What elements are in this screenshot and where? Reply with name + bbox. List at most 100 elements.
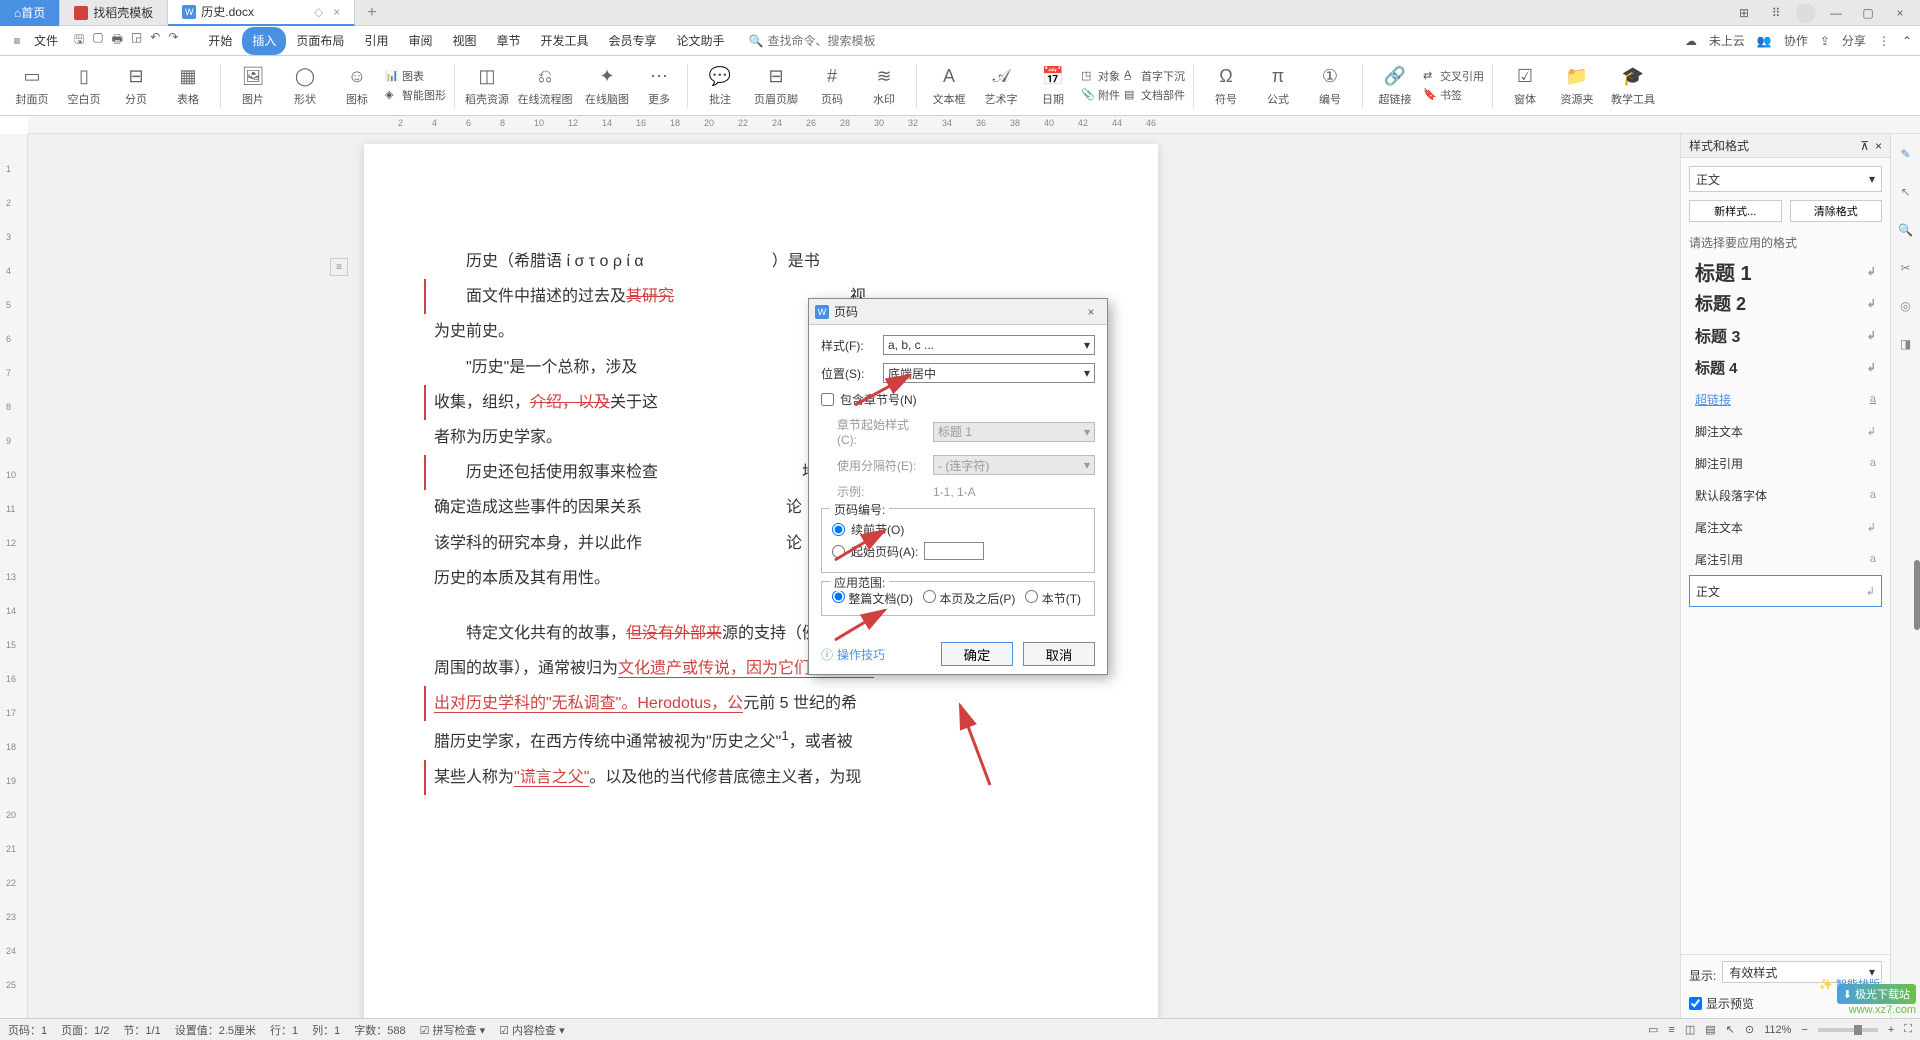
menu-tab-start[interactable]: 开始 [198,27,242,55]
start-radio[interactable] [832,545,845,558]
more-icon[interactable]: ⋮ [1878,34,1890,48]
ribbon-teach[interactable]: 🎓教学工具 [1605,58,1661,114]
status-section[interactable]: 节：1/1 [123,1022,160,1038]
redo-icon[interactable]: ↷ [168,30,178,51]
cancel-button[interactable]: 取消 [1023,642,1095,666]
ribbon-attach[interactable]: 📎附件 [1081,86,1120,104]
range-section[interactable]: 本节(T) [1025,590,1081,607]
status-page[interactable]: 页面：1/2 [61,1022,109,1038]
share-label[interactable]: 分享 [1842,32,1866,49]
pin-icon[interactable]: ⊼ [1860,139,1869,153]
ribbon-bookmark[interactable]: 🔖书签 [1423,86,1484,104]
view-web-icon[interactable]: ◫ [1685,1023,1695,1036]
ok-button[interactable]: 确定 [941,642,1013,666]
menu-tab-dev[interactable]: 开发工具 [531,27,599,55]
tab-document[interactable]: W 历史.docx ◇ × [168,0,355,26]
zoom-fit-icon[interactable]: ⊙ [1745,1023,1754,1036]
menu-tab-refs[interactable]: 引用 [354,27,398,55]
range-whole-radio[interactable] [832,590,845,603]
pin-icon[interactable]: ◇ [314,5,323,19]
minimize-button[interactable]: — [1824,3,1848,23]
print-icon[interactable]: 🖶 [112,30,123,51]
close-button[interactable]: × [1888,3,1912,23]
ribbon-flow[interactable]: ⎌在线流程图 [515,58,575,114]
fullscreen-icon[interactable]: ⛶ [1904,1023,1912,1036]
clear-format-button[interactable]: 清除格式 [1790,200,1883,222]
ribbon-date[interactable]: 📅日期 [1029,58,1077,114]
ribbon-equation[interactable]: π公式 [1254,58,1302,114]
preview-icon[interactable]: ◲ [131,30,142,51]
range-from-radio[interactable] [923,590,936,603]
menu-tab-vip[interactable]: 会员专享 [599,27,667,55]
style-endnote-ref[interactable]: 尾注引用a [1689,543,1882,575]
menu-tab-review[interactable]: 审阅 [398,27,442,55]
ribbon-textbox[interactable]: A文本框 [925,58,973,114]
preview-checkbox[interactable] [1689,997,1702,1010]
ribbon-object[interactable]: ◳对象 [1081,67,1120,85]
collab-icon[interactable]: 👥 [1757,34,1772,48]
maximize-button[interactable]: ▢ [1856,3,1880,23]
continue-radio[interactable] [832,523,845,536]
ribbon-form[interactable]: ☑窗体 [1501,58,1549,114]
ribbon-folder[interactable]: 📁资源夹 [1553,58,1601,114]
panel-close-icon[interactable]: × [1875,139,1882,153]
zoom-out-button[interactable]: − [1801,1024,1807,1036]
ribbon-icon[interactable]: ☺图标 [333,58,381,114]
ribbon-mind[interactable]: ✦在线脑图 [579,58,635,114]
sidebar-location-icon[interactable]: ◎ [1896,296,1916,316]
tab-home[interactable]: ⌂ 首页 [0,0,60,26]
ribbon-break[interactable]: ⊟分页 [112,58,160,114]
ribbon-blank[interactable]: ▯空白页 [60,58,108,114]
ruler-vertical[interactable]: 1234567891011121314151617181920212223242… [0,134,28,1018]
menu-tab-view[interactable]: 视图 [442,27,486,55]
tab-template[interactable]: 找稻壳模板 [60,0,168,26]
range-section-radio[interactable] [1025,590,1038,603]
range-from[interactable]: 本页及之后(P) [923,590,1015,607]
add-tab-button[interactable]: + [355,4,388,22]
ruler-horizontal[interactable]: 2468101214161820222426283032343638404244… [28,116,1920,134]
status-spell[interactable]: ☑ 拼写检查 ▾ [420,1022,486,1038]
ribbon-shape[interactable]: ◯形状 [281,58,329,114]
include-chapter-checkbox[interactable] [821,393,834,406]
ribbon-symbol[interactable]: Ω符号 [1202,58,1250,114]
search-input[interactable] [768,34,888,48]
style-body[interactable]: 正文↲ [1689,575,1882,607]
status-content[interactable]: ☑ 内容检查 ▾ [499,1022,565,1038]
menu-tab-layout[interactable]: 页面布局 [286,27,354,55]
ribbon-headerfooter[interactable]: ⊟页眉页脚 [748,58,804,114]
hamburger-icon[interactable]: ≡ [8,32,26,50]
menu-tab-thesis[interactable]: 论文助手 [667,27,735,55]
ribbon-cover[interactable]: ▭封面页 [8,58,56,114]
range-whole[interactable]: 整篇文档(D) [832,590,913,607]
style-heading1[interactable]: 标题 1↲ [1689,255,1882,287]
file-menu[interactable]: 文件 [28,32,64,49]
ribbon-chart[interactable]: 📊图表 [385,67,446,85]
cursor-icon[interactable]: ↖ [1726,1023,1735,1036]
paragraph-indicator-icon[interactable]: ≡ [330,258,348,276]
start-number-input[interactable] [924,542,984,560]
sidebar-clip-icon[interactable]: ✂ [1896,258,1916,278]
ribbon-more[interactable]: ⋯更多 [639,58,679,114]
new-style-button[interactable]: 新样式... [1689,200,1782,222]
sidebar-styles-icon[interactable]: ✎ [1896,144,1916,164]
chevron-up-icon[interactable]: ⌃ [1902,34,1912,48]
share-icon[interactable]: ⇪ [1820,34,1830,48]
new-icon[interactable]: ▢ [92,30,103,51]
style-footnote-text[interactable]: 脚注文本↲ [1689,415,1882,447]
ribbon-picture[interactable]: 🖼图片 [229,58,277,114]
collab-label[interactable]: 协作 [1784,32,1808,49]
cloud-icon[interactable]: ☁ [1685,34,1697,48]
ribbon-pagenum[interactable]: #页码 [808,58,856,114]
dialog-title-bar[interactable]: W 页码 × [809,299,1107,325]
tips-link[interactable]: ⓘ操作技巧 [821,646,885,663]
ribbon-smartart[interactable]: ◈智能图形 [385,86,446,104]
dialog-close-button[interactable]: × [1081,305,1101,319]
format-combo[interactable]: a, b, c ...▾ [883,335,1095,355]
style-endnote-text[interactable]: 尾注文本↲ [1689,511,1882,543]
ribbon-number[interactable]: ①编号 [1306,58,1354,114]
sidebar-search-icon[interactable]: 🔍 [1896,220,1916,240]
ribbon-hyperlink[interactable]: 🔗超链接 [1371,58,1419,114]
ribbon-wordart[interactable]: 𝒜艺术字 [977,58,1025,114]
view-read-icon[interactable]: ▤ [1705,1023,1715,1036]
current-style-combo[interactable]: 正文▾ [1689,166,1882,192]
